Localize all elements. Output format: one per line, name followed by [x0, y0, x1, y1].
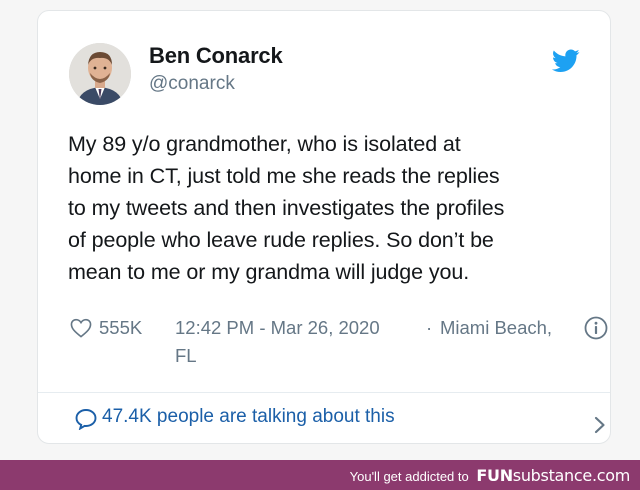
heart-icon[interactable]	[70, 318, 92, 338]
chevron-right-icon[interactable]	[593, 415, 607, 435]
tweet-text: My 89 y/o grandmother, who is isolated a…	[68, 128, 588, 288]
brand-fun: FUN	[476, 466, 513, 485]
avatar[interactable]	[69, 43, 131, 105]
tweet-text-line: mean to me or my grandma will judge you.	[68, 260, 470, 284]
tweet-text-line: to my tweets and then investigates the p…	[68, 196, 505, 220]
footer-tagline: You'll get addicted to	[349, 469, 469, 484]
tweet-location-line2[interactable]: FL	[175, 345, 197, 367]
conversation-link[interactable]: 47.4K people are talking about this	[74, 405, 584, 435]
tweet-meta: 555K 12:42 PM - Mar 26, 2020 · Miami Bea…	[68, 315, 608, 371]
tweet-text-line: My 89 y/o grandmother, who is isolated a…	[68, 132, 461, 156]
tweet-timestamp[interactable]: 12:42 PM - Mar 26, 2020	[175, 317, 380, 339]
tweet-card[interactable]: Ben Conarck @conarck My 89 y/o grandmoth…	[37, 10, 611, 444]
info-icon[interactable]	[584, 316, 608, 340]
brand-substance: substance	[512, 466, 592, 485]
tweet-text-line: of people who leave rude replies. So don…	[68, 228, 494, 252]
talking-count-label[interactable]: 47.4K people are talking about this	[102, 406, 395, 428]
author-handle[interactable]: @conarck	[149, 73, 235, 95]
like-count[interactable]: 555K	[99, 317, 142, 339]
author-name[interactable]: Ben Conarck	[149, 43, 283, 69]
footer-brand[interactable]: FUNsubstance.com	[476, 466, 630, 485]
watermark-footer: You'll get addicted to FUNsubstance.com	[0, 460, 640, 490]
tweet-location[interactable]: Miami Beach,	[440, 317, 552, 339]
twitter-bird-icon[interactable]	[551, 49, 580, 73]
footer-text: You'll get addicted to FUNsubstance.com	[349, 466, 631, 485]
brand-tld: .com	[591, 466, 630, 485]
speech-bubble-icon	[74, 408, 98, 431]
card-divider	[38, 392, 610, 393]
tweet-text-line: home in CT, just told me she reads the r…	[68, 164, 500, 188]
meta-separator: ·	[426, 317, 433, 338]
page: Ben Conarck @conarck My 89 y/o grandmoth…	[0, 0, 640, 490]
